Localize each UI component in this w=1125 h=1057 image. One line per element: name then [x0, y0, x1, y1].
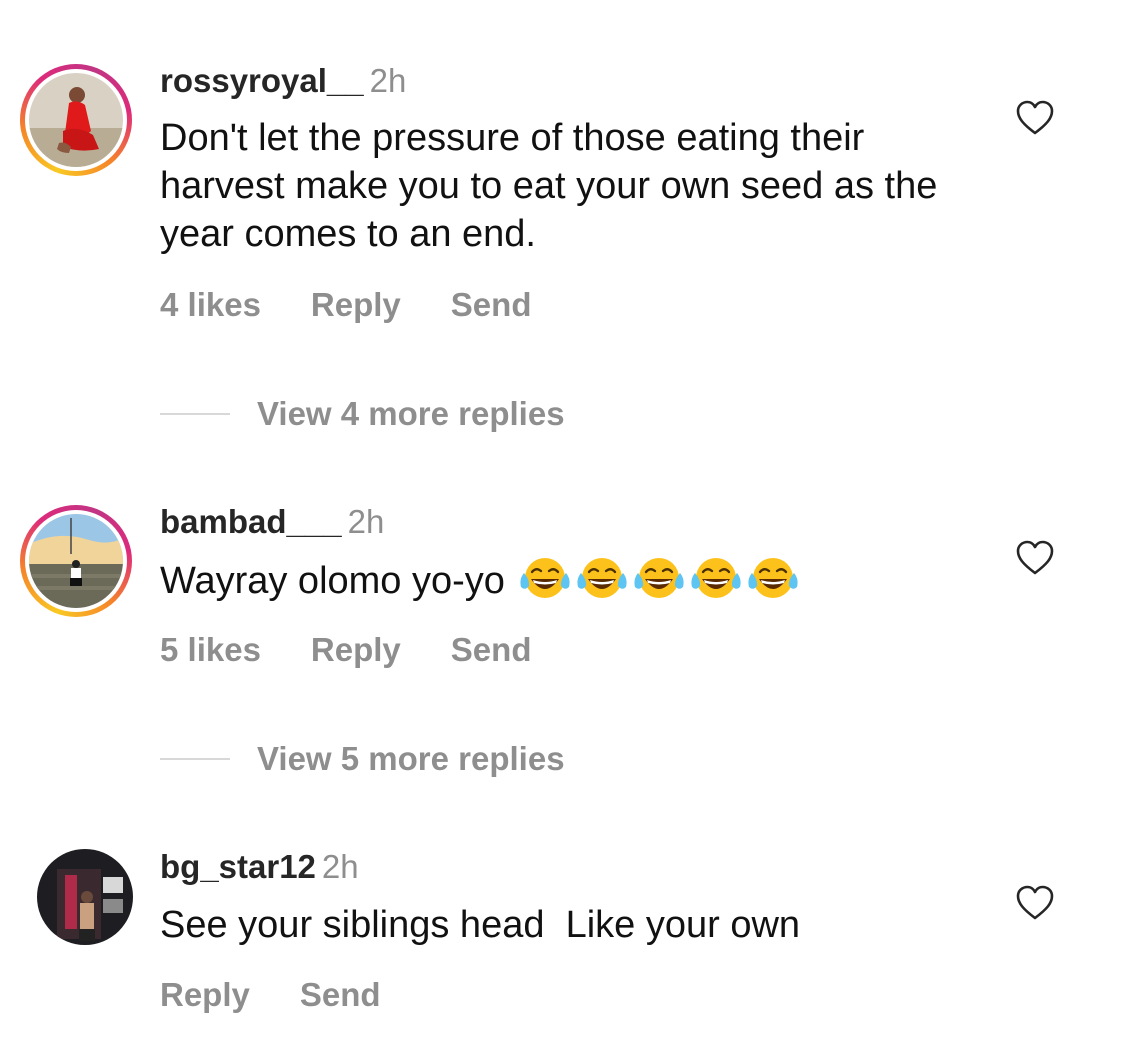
laughing-emoji-icon — [689, 555, 743, 601]
laughing-emoji-icon — [746, 555, 800, 601]
timestamp: 2h — [347, 503, 385, 540]
view-replies-label[interactable]: View 4 more replies — [257, 394, 565, 434]
username[interactable]: bambad___ — [160, 503, 342, 540]
comment-header: rossyroyal__ 2h — [160, 61, 406, 101]
avatar[interactable] — [37, 849, 133, 945]
username[interactable]: rossyroyal__ — [160, 62, 364, 99]
reply-button[interactable]: Reply — [311, 631, 401, 668]
laughing-emoji-icon — [518, 555, 572, 601]
heart-outline-icon[interactable] — [1015, 99, 1055, 137]
comment-text-body: Wayray olomo yo-yo — [160, 560, 505, 602]
timestamp: 2h — [321, 848, 359, 885]
avatar-photo — [29, 514, 123, 608]
laughing-emoji-icon — [575, 555, 629, 601]
replies-divider — [160, 758, 230, 760]
send-button[interactable]: Send — [300, 976, 381, 1013]
comment-actions: 5 likes Reply Send — [160, 631, 581, 669]
comment-text: See your siblings head Like your own — [160, 904, 801, 946]
send-button[interactable]: Send — [451, 286, 532, 323]
comment-actions: Reply Send — [160, 976, 431, 1014]
heart-outline-icon[interactable] — [1015, 884, 1055, 922]
avatar-photo — [29, 73, 123, 167]
reply-button[interactable]: Reply — [311, 286, 401, 323]
comment-header: bg_star12 2h — [160, 847, 359, 887]
likes-count[interactable]: 4 likes — [160, 286, 261, 323]
likes-count[interactable]: 5 likes — [160, 631, 261, 668]
comment-text: Don't let the pressure of those eating t… — [160, 117, 938, 255]
username[interactable]: bg_star12 — [160, 848, 316, 885]
comment-header: bambad___ 2h — [160, 502, 384, 542]
timestamp: 2h — [369, 62, 407, 99]
reply-button[interactable]: Reply — [160, 976, 250, 1013]
avatar[interactable] — [20, 64, 132, 176]
view-replies-label[interactable]: View 5 more replies — [257, 739, 565, 779]
heart-outline-icon[interactable] — [1015, 539, 1055, 577]
comment-text: Wayray olomo yo-yo — [160, 555, 960, 605]
laughing-emoji-icon — [632, 555, 686, 601]
send-button[interactable]: Send — [451, 631, 532, 668]
comment-actions: 4 likes Reply Send — [160, 286, 581, 324]
avatar[interactable] — [20, 505, 132, 617]
replies-divider — [160, 413, 230, 415]
